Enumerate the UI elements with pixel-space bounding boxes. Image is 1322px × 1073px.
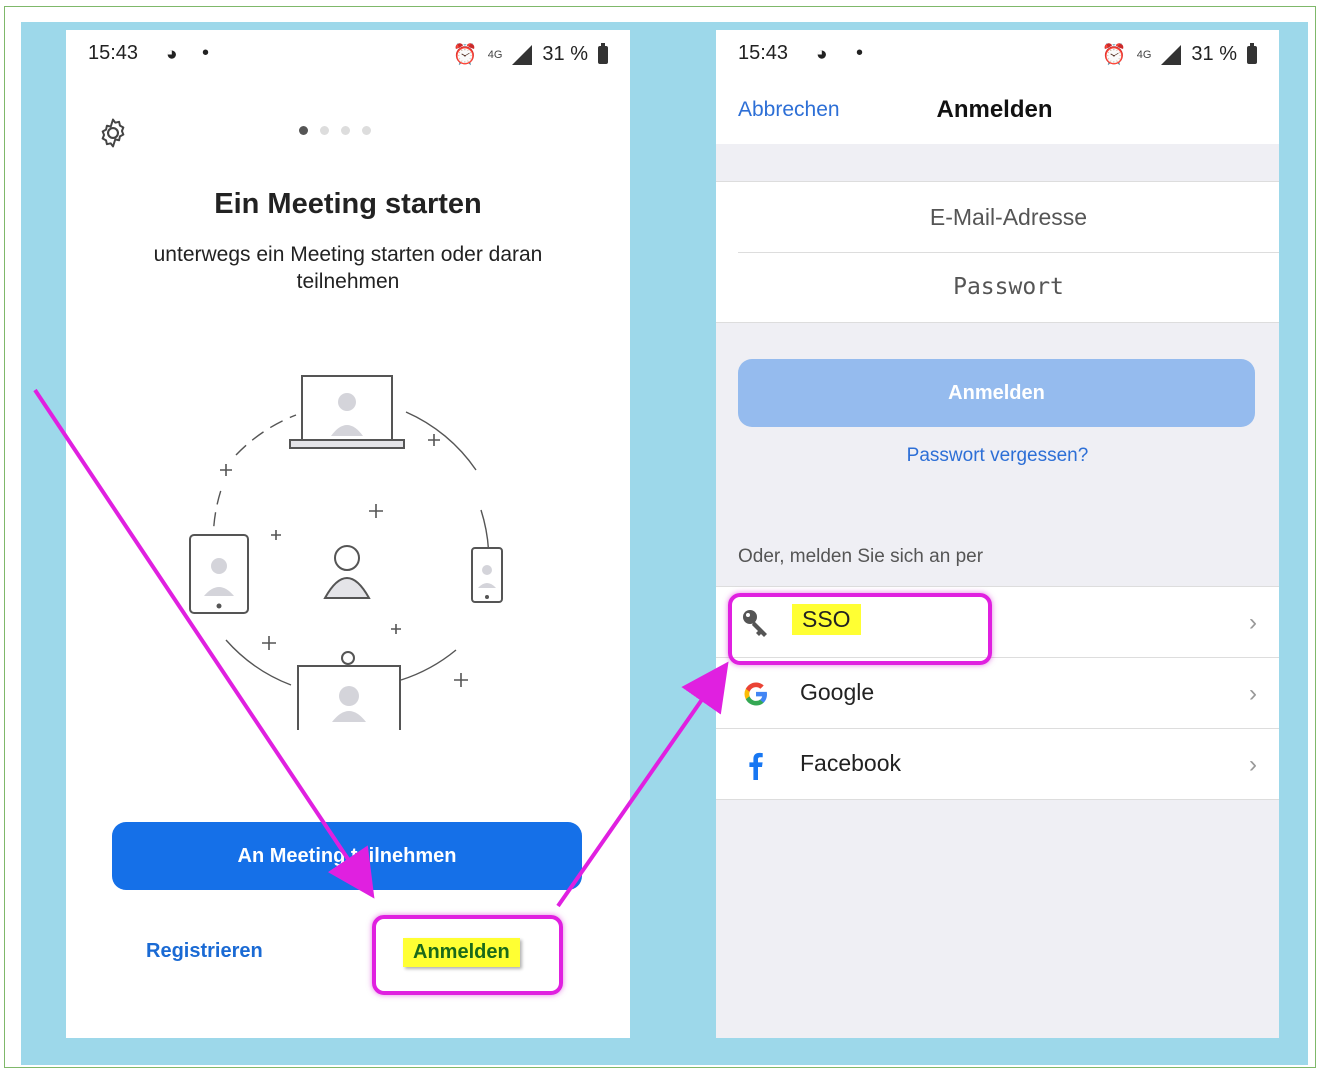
alternative-login-label: Oder, melden Sie sich an per xyxy=(738,546,984,567)
page-title: Anmelden xyxy=(936,96,1053,123)
sso-highlight-box xyxy=(728,593,992,665)
pager-dots xyxy=(299,126,371,135)
google-icon xyxy=(744,682,767,706)
status-bar: 15:43 ◕ • ⏰ 4G 31 % xyxy=(716,30,1279,78)
chevron-right-icon: › xyxy=(1249,609,1257,636)
status-indicators: ⏰ 4G 31 % xyxy=(453,42,608,67)
notification-dot-icon: • xyxy=(856,42,864,64)
settings-gear-icon[interactable] xyxy=(96,116,130,150)
navigation-bar: Abbrechen Anmelden xyxy=(716,78,1279,144)
phone-left-welcome-screen: 15:43 ◕ • ⏰ 4G 31 % Ein Meeting starten … xyxy=(66,30,630,1038)
signal-icon xyxy=(512,44,533,65)
google-label: Google xyxy=(800,679,875,705)
notification-dot-icon: • xyxy=(202,42,210,64)
onboarding-subtitle: unterwegs ein Meeting starten oder daran… xyxy=(153,243,543,293)
pager-dot-active xyxy=(299,126,308,135)
status-bar: 15:43 ◕ • ⏰ 4G 31 % xyxy=(66,30,630,78)
battery-icon xyxy=(598,42,608,64)
battery-icon xyxy=(1247,42,1257,64)
register-link[interactable]: Registrieren xyxy=(146,940,263,963)
battery-label: 31 % xyxy=(1191,43,1237,65)
google-login-row[interactable]: Google › xyxy=(716,658,1279,729)
alarm-icon: ⏰ xyxy=(452,44,478,66)
phone-right-login-screen: 15:43 ◕ • ⏰ 4G 31 % Abbrechen Anmelden E… xyxy=(716,30,1279,1038)
status-time: 15:43 xyxy=(738,42,789,64)
pager-dot xyxy=(341,126,350,135)
signal-icon xyxy=(1161,44,1182,65)
sign-in-link[interactable]: Anmelden xyxy=(403,938,520,967)
status-time: 15:43 xyxy=(88,42,139,64)
facebook-icon xyxy=(749,752,763,780)
network-4g-icon: 4G xyxy=(1136,48,1152,61)
app-notification-icon: ◕ xyxy=(816,44,828,65)
chevron-right-icon: › xyxy=(1249,680,1257,707)
forgot-password-link[interactable]: Passwort vergessen? xyxy=(716,445,1279,467)
login-button[interactable]: Anmelden xyxy=(738,359,1255,427)
join-meeting-button[interactable]: An Meeting teilnehmen xyxy=(112,822,582,890)
chevron-right-icon: › xyxy=(1249,751,1257,778)
password-field[interactable]: Passwort xyxy=(738,252,1279,322)
email-field[interactable]: E-Mail-Adresse xyxy=(738,182,1279,253)
facebook-label: Facebook xyxy=(800,750,902,776)
alarm-icon: ⏰ xyxy=(1101,44,1127,66)
status-indicators: ⏰ 4G 31 % xyxy=(1102,42,1257,67)
app-notification-icon: ◕ xyxy=(166,44,178,65)
network-4g-icon: 4G xyxy=(487,48,503,61)
meeting-illustration xyxy=(189,375,503,730)
battery-label: 31 % xyxy=(542,43,588,65)
facebook-login-row[interactable]: Facebook › xyxy=(716,729,1279,799)
onboarding-title: Ein Meeting starten xyxy=(214,188,482,220)
pager-dot xyxy=(362,126,371,135)
pager-dot xyxy=(320,126,329,135)
login-form: E-Mail-Adresse Passwort xyxy=(716,181,1279,323)
